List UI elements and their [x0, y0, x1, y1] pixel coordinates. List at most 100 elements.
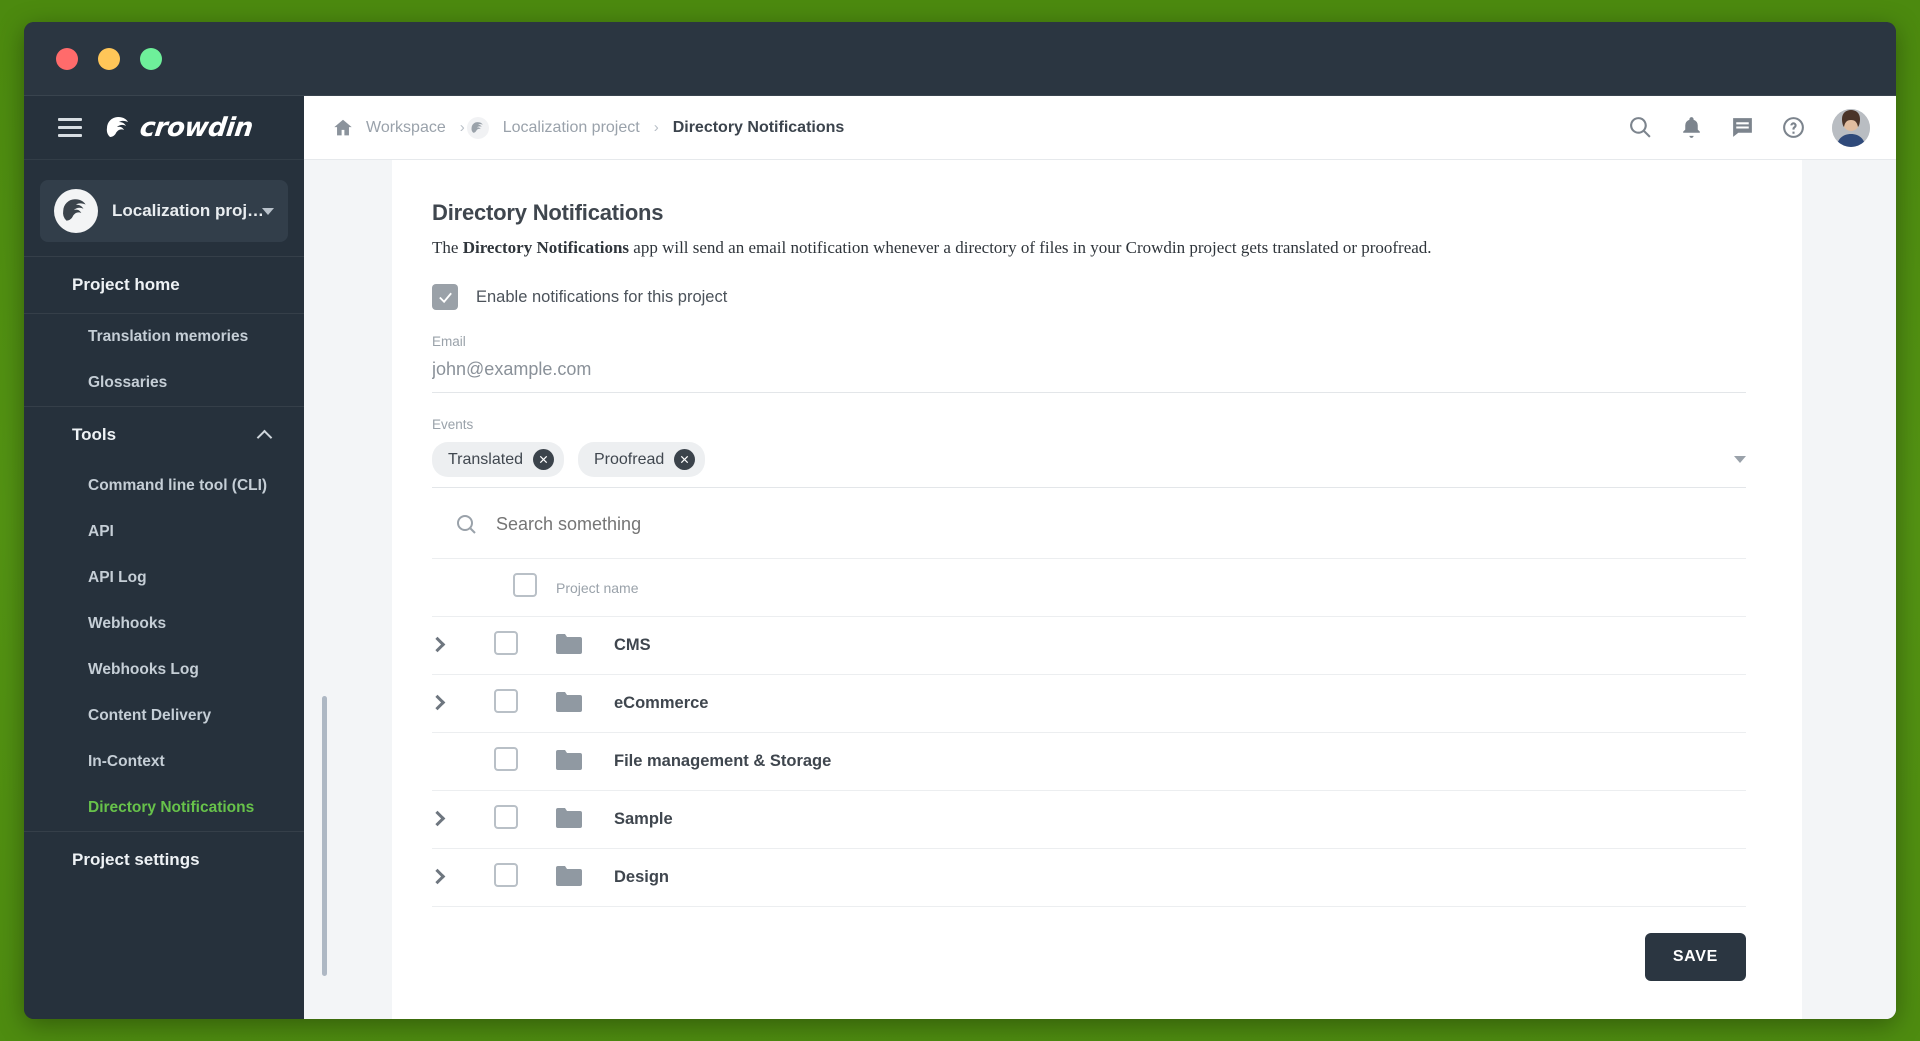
page-description: The Directory Notifications app will sen…: [432, 238, 1746, 258]
row-checkbox[interactable]: [494, 805, 518, 829]
row-select-cell[interactable]: [494, 616, 556, 675]
chevron-right-icon[interactable]: [429, 810, 446, 826]
folder-cell: [556, 732, 614, 791]
event-chip-translated[interactable]: Translated: [432, 442, 564, 477]
expand-cell: [432, 732, 494, 791]
search-input[interactable]: [496, 513, 1746, 535]
sidebar-group-project-home[interactable]: Project home: [24, 257, 304, 313]
table-row[interactable]: eCommerce: [429, 674, 1746, 733]
event-chip-label: Translated: [448, 450, 523, 468]
enable-notifications-row: Enable notifications for this project: [432, 284, 1746, 310]
row-checkbox[interactable]: [494, 631, 518, 655]
table-row[interactable]: Design: [429, 848, 1746, 907]
sidebar-group-label: Project settings: [72, 850, 200, 869]
content-left-gutter: [304, 160, 392, 1019]
events-label: Events: [432, 417, 474, 432]
row-checkbox[interactable]: [494, 747, 518, 771]
sidebar-item-webhooks-log[interactable]: Webhooks Log: [24, 647, 304, 693]
header-project-name: Project name: [556, 558, 1746, 617]
close-icon: [681, 455, 689, 464]
expand-cell[interactable]: [429, 674, 494, 733]
help-icon[interactable]: [1781, 115, 1806, 140]
folder-cell: [556, 790, 614, 849]
sidebar: crowdin Localization proj… Project home: [24, 96, 327, 1019]
folder-cell: [556, 674, 614, 733]
remove-chip-icon[interactable]: [533, 449, 554, 470]
browser-window: crowdin Localization proj… Project home: [24, 22, 1896, 1019]
chevron-right-icon[interactable]: [429, 636, 446, 652]
sidebar-item-glossaries[interactable]: Glossaries: [24, 360, 304, 406]
avatar[interactable]: [1832, 108, 1870, 147]
chevron-up-icon: [256, 429, 273, 445]
event-chip-proofread[interactable]: Proofread: [578, 442, 706, 477]
event-chip-label: Proofread: [594, 450, 665, 468]
directories-table: Project name CMS eCommerce File manageme…: [429, 558, 1746, 907]
sidebar-item-api-log[interactable]: API Log: [24, 555, 304, 601]
expand-cell[interactable]: [429, 848, 494, 907]
header-select-col: [494, 558, 556, 617]
chevron-right-icon[interactable]: [429, 694, 446, 710]
sidebar-item-webhooks[interactable]: Webhooks: [24, 601, 304, 647]
sidebar-item-directory-notifications[interactable]: Directory Notifications: [24, 785, 304, 831]
top-bar-icons: [1628, 108, 1870, 147]
sidebar-group-project-settings[interactable]: Project settings: [24, 832, 304, 888]
sidebar-item-translation-memories[interactable]: Translation memories: [24, 314, 304, 360]
row-checkbox[interactable]: [494, 689, 518, 713]
breadcrumb-separator: ›: [459, 119, 465, 136]
minimize-window-button[interactable]: [98, 48, 120, 70]
menu-toggle-icon[interactable]: [58, 118, 82, 137]
sidebar-item-content-delivery[interactable]: Content Delivery: [24, 693, 304, 739]
table-row[interactable]: File management & Storage: [432, 732, 1746, 791]
home-icon[interactable]: [332, 117, 354, 139]
save-row: SAVE: [432, 907, 1746, 1015]
search-icon[interactable]: [1628, 115, 1653, 140]
brand-wordmark: crowdin: [138, 112, 255, 143]
sidebar-item-cli[interactable]: Command line tool (CLI): [24, 463, 304, 509]
row-select-cell[interactable]: [494, 732, 556, 791]
sidebar-group-tools[interactable]: Tools: [24, 407, 304, 463]
project-avatar-icon: [54, 189, 98, 233]
chat-icon[interactable]: [1730, 115, 1755, 140]
sidebar-item-in-context[interactable]: In-Context: [24, 739, 304, 785]
folder-icon: [556, 749, 582, 770]
close-window-button[interactable]: [56, 48, 78, 70]
remove-chip-icon[interactable]: [674, 449, 696, 470]
right-pane: Workspace › Localization project › Direc…: [304, 96, 1896, 1019]
crowdin-mark-icon: [106, 116, 128, 137]
project-selector[interactable]: Localization proj…: [40, 180, 288, 242]
bell-icon[interactable]: [1679, 115, 1704, 140]
save-button[interactable]: SAVE: [1644, 933, 1746, 981]
events-dropdown-chevron-down-icon[interactable]: [1734, 456, 1746, 463]
avatar-photo: [1832, 108, 1870, 147]
crowdin-logo[interactable]: crowdin: [104, 112, 255, 143]
table-row[interactable]: Sample: [429, 790, 1746, 849]
expand-cell[interactable]: [429, 790, 494, 849]
table-row[interactable]: CMS: [429, 616, 1746, 675]
row-name: Design: [614, 848, 1746, 907]
expand-cell[interactable]: [429, 616, 494, 675]
check-icon: [438, 292, 452, 303]
row-select-cell[interactable]: [494, 790, 556, 849]
row-checkbox[interactable]: [494, 863, 518, 887]
breadcrumb-item-localization-project[interactable]: Localization project: [491, 119, 652, 137]
sidebar-scrollbar-thumb[interactable]: [322, 696, 327, 976]
enable-notifications-checkbox[interactable]: [432, 284, 458, 310]
project-icon: [466, 116, 489, 139]
folder-icon: [556, 633, 582, 654]
row-name: Sample: [614, 790, 1746, 849]
email-field[interactable]: [432, 349, 1746, 393]
content-scroll-area: Directory Notifications The Directory No…: [304, 160, 1896, 1019]
row-select-cell[interactable]: [494, 848, 556, 907]
sidebar-group-label: Tools: [72, 425, 117, 444]
row-select-cell[interactable]: [494, 674, 556, 733]
breadcrumb-item-workspace[interactable]: Workspace: [354, 119, 458, 137]
maximize-window-button[interactable]: [140, 48, 162, 70]
sidebar-item-api[interactable]: API: [24, 509, 304, 555]
sidebar-brand-bar: crowdin: [24, 96, 304, 160]
breadcrumb-separator: ›: [653, 119, 659, 136]
chevron-right-icon[interactable]: [429, 868, 446, 884]
select-all-checkbox[interactable]: [513, 573, 537, 597]
description-bold: Directory Notifications: [462, 238, 630, 257]
chevron-down-icon: [262, 207, 274, 215]
close-icon: [539, 455, 548, 464]
